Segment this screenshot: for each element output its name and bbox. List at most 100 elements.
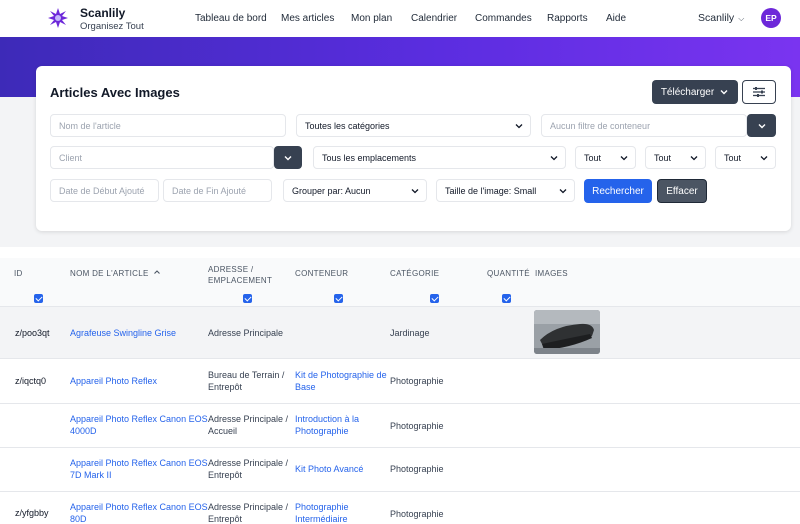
- client-dropdown-button[interactable]: [274, 146, 302, 169]
- row-container-link[interactable]: Kit de Photographie de Base: [295, 369, 387, 393]
- row-address-line1: Adresse Principale /: [208, 502, 289, 512]
- row-address-line2: Entrepôt: [208, 470, 243, 480]
- client-input[interactable]: Client: [50, 146, 274, 169]
- categories-select[interactable]: Toutes les catégories: [296, 114, 531, 137]
- row-address-line2: Accueil: [208, 426, 238, 436]
- nav-dashboard[interactable]: Tableau de bord: [195, 13, 267, 24]
- filter-select-3-value: Tout: [724, 152, 742, 163]
- row-item-name-line1: Appareil Photo Reflex Canon EOS: [70, 414, 208, 424]
- row-container-link[interactable]: Introduction à la Photographie: [295, 413, 359, 437]
- row-item-name-link[interactable]: Appareil Photo Reflex Canon EOS 4000D: [70, 413, 208, 437]
- chevron-down-icon: [690, 156, 698, 161]
- chevron-down-icon: [760, 156, 768, 161]
- row-item-name-line1: Appareil Photo Reflex Canon EOS: [70, 502, 208, 512]
- chevron-down-icon: [559, 189, 567, 194]
- table-row[interactable]: z/yfgbby Appareil Photo Reflex Canon EOS…: [0, 491, 800, 524]
- group-by-select-value: Grouper par: Aucun: [292, 185, 371, 196]
- row-address-line2: Entrepôt: [208, 514, 243, 524]
- row-container-link[interactable]: Photographie Intermédiaire: [295, 501, 349, 524]
- group-by-select[interactable]: Grouper par: Aucun: [283, 179, 427, 202]
- row-address: Adresse Principale / Entrepôt: [208, 501, 288, 524]
- column-toggle-address-checkbox[interactable]: [243, 294, 252, 303]
- row-address: Bureau de Terrain / Entrepôt: [208, 369, 284, 393]
- column-toggle-container-checkbox[interactable]: [334, 294, 343, 303]
- row-address-line2: Entrepôt: [208, 382, 243, 392]
- scanlily-logo-icon[interactable]: [48, 8, 68, 28]
- row-id: z/iqctq0: [15, 376, 47, 386]
- nav-my-plan[interactable]: Mon plan: [351, 13, 392, 24]
- container-dropdown-button[interactable]: [747, 114, 776, 137]
- user-menu[interactable]: Scanlily ⌵: [698, 12, 744, 24]
- row-item-name-line1: Appareil Photo Reflex Canon EOS: [70, 458, 208, 468]
- chevron-down-icon: [284, 155, 292, 160]
- avatar[interactable]: EP: [761, 8, 781, 28]
- page-title: Articles Avec Images: [50, 85, 180, 100]
- brand-name[interactable]: Scanlily: [80, 6, 125, 20]
- top-navbar: Scanlily Organisez Tout Tableau de bord …: [0, 0, 800, 37]
- start-date-input[interactable]: Date de Début Ajouté: [50, 179, 159, 202]
- item-name-input[interactable]: Nom de l'article: [50, 114, 286, 137]
- row-item-name-line2: 7D Mark II: [70, 470, 112, 480]
- row-item-name-link[interactable]: Appareil Photo Reflex Canon EOS 7D Mark …: [70, 457, 208, 481]
- column-header-images: IMAGES: [535, 269, 568, 278]
- chevron-down-icon: [411, 189, 419, 194]
- row-address: Adresse Principale / Entrepôt: [208, 457, 288, 481]
- categories-select-value: Toutes les catégories: [305, 120, 390, 131]
- row-container-link[interactable]: Kit Photo Avancé: [295, 463, 363, 475]
- row-address-line1: Adresse Principale /: [208, 458, 289, 468]
- locations-select[interactable]: Tous les emplacements: [313, 146, 566, 169]
- row-category: Jardinage: [390, 328, 430, 338]
- column-toggle-category-checkbox[interactable]: [430, 294, 439, 303]
- row-item-name-line2: 4000D: [70, 426, 97, 436]
- row-item-name-link[interactable]: Agrafeuse Swingline Grise: [70, 327, 176, 339]
- chevron-down-icon: [620, 156, 628, 161]
- row-item-name-link[interactable]: Appareil Photo Reflex: [70, 375, 157, 387]
- row-category: Photographie: [390, 376, 444, 386]
- column-toggle-id-checkbox[interactable]: [34, 294, 43, 303]
- nav-calendar[interactable]: Calendrier: [411, 13, 457, 24]
- filter-card: Articles Avec Images Télécharger Nom de …: [36, 66, 791, 231]
- filter-select-1-value: Tout: [584, 152, 602, 163]
- table-row[interactable]: z/iqctq0 Appareil Photo Reflex Bureau de…: [0, 358, 800, 403]
- column-toggle-quantity-checkbox[interactable]: [502, 294, 511, 303]
- row-container-line1: Kit de Photographie de: [295, 370, 387, 380]
- column-header-container[interactable]: CONTENEUR: [295, 268, 348, 279]
- download-label: Télécharger: [660, 86, 715, 98]
- filter-select-2-value: Tout: [654, 152, 672, 163]
- table-row[interactable]: Appareil Photo Reflex Canon EOS 4000D Ad…: [0, 403, 800, 447]
- row-container-line2: Intermédiaire: [295, 514, 348, 524]
- nav-help[interactable]: Aide: [606, 13, 626, 24]
- search-button[interactable]: Rechercher: [584, 179, 652, 203]
- table-row[interactable]: z/poo3qt Agrafeuse Swingline Grise Adres…: [0, 306, 800, 358]
- filter-select-1[interactable]: Tout: [575, 146, 636, 169]
- nav-orders[interactable]: Commandes: [475, 13, 532, 24]
- chevron-down-icon: [515, 124, 523, 129]
- filter-select-3[interactable]: Tout: [715, 146, 776, 169]
- table-row[interactable]: Appareil Photo Reflex Canon EOS 7D Mark …: [0, 447, 800, 491]
- column-header-name[interactable]: NOM DE L'ARTICLE: [70, 268, 161, 279]
- column-header-category[interactable]: CATÉGORIE: [390, 268, 439, 279]
- column-header-id[interactable]: ID: [14, 268, 23, 279]
- user-menu-label: Scanlily: [698, 12, 735, 24]
- container-filter-input[interactable]: Aucun filtre de conteneur: [541, 114, 747, 137]
- row-item-name-link[interactable]: Appareil Photo Reflex Canon EOS 80D: [70, 501, 208, 524]
- item-thumbnail-image[interactable]: [534, 310, 600, 354]
- chevron-down-icon: [758, 123, 765, 128]
- locations-select-value: Tous les emplacements: [322, 152, 417, 163]
- filter-select-2[interactable]: Tout: [645, 146, 706, 169]
- download-button[interactable]: Télécharger: [652, 80, 738, 104]
- column-header-quantity[interactable]: QUANTITÉ: [487, 268, 530, 279]
- row-container-line1: Photographie: [295, 502, 349, 512]
- nav-reports[interactable]: Rapports: [547, 13, 588, 24]
- end-date-input[interactable]: Date de Fin Ajouté: [163, 179, 272, 202]
- image-size-select[interactable]: Taille de l'image: Small: [436, 179, 575, 202]
- row-id: z/poo3qt: [15, 328, 50, 338]
- nav-my-items[interactable]: Mes articles: [281, 13, 334, 24]
- row-category: Photographie: [390, 421, 444, 431]
- column-header-name-label: NOM DE L'ARTICLE: [70, 269, 149, 278]
- row-container-line1: Introduction à la: [295, 414, 360, 424]
- settings-sliders-button[interactable]: [742, 80, 776, 104]
- clear-button[interactable]: Effacer: [657, 179, 707, 203]
- row-address: Adresse Principale / Accueil: [208, 413, 288, 437]
- column-header-address[interactable]: ADRESSE / EMPLACEMENT: [208, 264, 272, 286]
